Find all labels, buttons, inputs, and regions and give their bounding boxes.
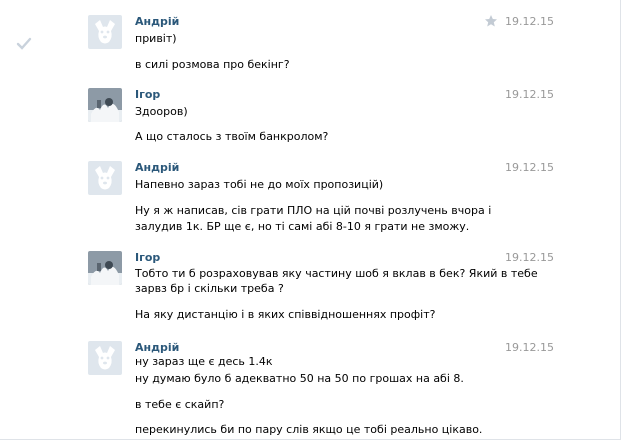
star-icon[interactable] <box>484 14 498 28</box>
message-text: А що сталось з твоїм банкролом? <box>135 130 329 143</box>
message-text: залудив 1к. БР ще є, но ті самі абі 8-10… <box>135 220 470 233</box>
message-text: Тобто ти б розраховував яку частину шоб … <box>135 267 538 280</box>
dog-avatar-icon[interactable] <box>88 15 122 49</box>
message-date[interactable]: 19.12.15 <box>505 15 554 28</box>
message-author[interactable]: Ігор <box>135 88 160 101</box>
message-text: На яку дистанцію і в яких співвідношення… <box>135 308 436 321</box>
message-text: ну зараз ще є десь 1.4к <box>135 355 273 368</box>
message-author[interactable]: Ігор <box>135 251 160 264</box>
message-date[interactable]: 19.12.15 <box>505 341 554 354</box>
dog-avatar-icon[interactable] <box>88 161 122 195</box>
message-text: Напевно зараз тобі не до моїх пропозицій… <box>135 178 384 191</box>
message-text: Ну я ж написав, сів грати ПЛО на цій поч… <box>135 204 492 217</box>
divider <box>0 439 621 440</box>
dog-avatar-icon[interactable] <box>88 341 122 375</box>
user-photo-avatar[interactable] <box>88 88 122 122</box>
checkmark-icon[interactable] <box>16 37 32 51</box>
message-date[interactable]: 19.12.15 <box>505 161 554 174</box>
message-text: перекинулись би по пару слів якщо це тоб… <box>135 423 483 436</box>
message-date[interactable]: 19.12.15 <box>505 251 554 264</box>
message-author[interactable]: Андрій <box>135 341 179 354</box>
message-text: в тебе є скайп? <box>135 398 225 411</box>
message-text: ну думаю було б адекватно 50 на 50 по гр… <box>135 372 464 385</box>
message-author[interactable]: Андрій <box>135 161 179 174</box>
message-date[interactable]: 19.12.15 <box>505 88 554 101</box>
user-photo-avatar[interactable] <box>88 251 122 285</box>
message-text: в силі розмова про бекінг? <box>135 58 290 71</box>
message-text: привіт) <box>135 32 177 45</box>
message-author[interactable]: Андрій <box>135 15 179 28</box>
message-text: Здооров) <box>135 105 188 118</box>
message-text: зарвз бр і скільки треба ? <box>135 282 284 295</box>
